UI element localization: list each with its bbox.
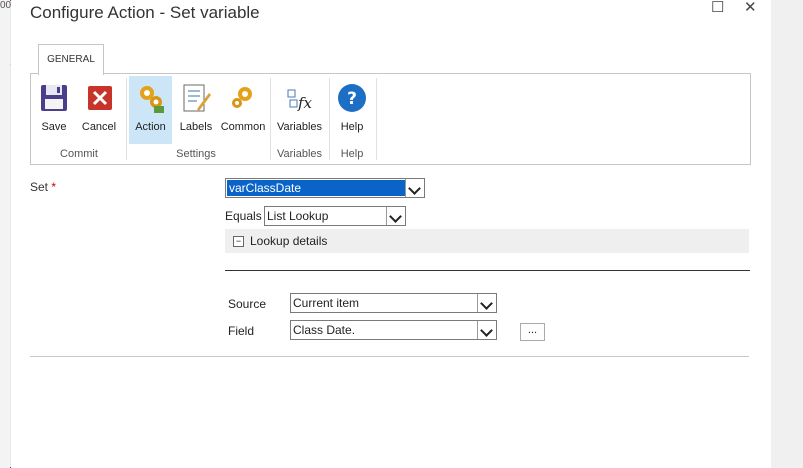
save-button[interactable]: Save	[33, 76, 75, 144]
configure-action-dialog: Configure Action - Set variable ☐ ✕ GENE…	[11, 0, 771, 468]
gears-icon	[139, 86, 164, 113]
common-gear-icon	[232, 87, 252, 108]
background-page-right	[771, 0, 803, 468]
group-separator	[126, 78, 127, 160]
dialog-title: Configure Action - Set variable	[30, 3, 260, 22]
section-divider	[225, 270, 750, 271]
variables-icon: fx	[287, 89, 313, 112]
svg-text:fx: fx	[297, 94, 313, 112]
labels-button[interactable]: Labels	[176, 76, 216, 144]
field-value: Class Date.	[293, 323, 356, 337]
save-icon	[41, 85, 67, 111]
source-value: Current item	[293, 296, 360, 310]
set-variable-select[interactable]: varClassDate	[225, 178, 425, 198]
save-label: Save	[41, 121, 67, 133]
svg-text:?: ?	[347, 89, 357, 109]
set-variable-value: varClassDate	[227, 180, 405, 196]
background-page-glyph: 00	[0, 0, 12, 11]
chevron-down-icon[interactable]	[477, 294, 496, 312]
cancel-label: Cancel	[81, 121, 117, 133]
set-label: Set *	[30, 180, 56, 194]
chevron-down-icon[interactable]	[405, 179, 424, 197]
equals-value: List Lookup	[267, 209, 329, 223]
close-icon[interactable]: ✕	[744, 0, 757, 16]
group-help-label: Help	[340, 148, 364, 160]
variables-button[interactable]: fx Variables	[273, 76, 326, 144]
group-separator	[270, 78, 271, 160]
field-label: Field	[228, 324, 255, 338]
tab-general[interactable]: GENERAL	[38, 44, 104, 75]
group-separator	[329, 78, 330, 160]
group-commit-label: Commit	[60, 148, 98, 160]
ribbon: Save Cancel Action Labels Common fx Vari…	[30, 73, 751, 165]
field-select[interactable]: Class Date.	[290, 320, 497, 340]
equals-label: Equals	[225, 209, 262, 223]
cancel-button[interactable]: Cancel	[77, 76, 121, 144]
action-button[interactable]: Action	[129, 76, 172, 144]
labels-icon	[183, 84, 211, 112]
chevron-down-icon[interactable]	[386, 207, 405, 225]
group-variables-label: Variables	[276, 148, 323, 160]
help-icon: ?	[338, 84, 366, 112]
required-marker: *	[51, 180, 57, 194]
maximize-icon[interactable]: ☐	[711, 0, 724, 16]
set-label-text: Set	[30, 180, 49, 194]
chevron-down-icon[interactable]	[477, 321, 496, 339]
lookup-details-header[interactable]: − Lookup details	[225, 229, 749, 253]
variables-label: Variables	[276, 121, 323, 133]
collapse-icon[interactable]: −	[233, 236, 244, 247]
common-label: Common	[220, 121, 266, 133]
help-label: Help	[340, 121, 364, 133]
equals-select[interactable]: List Lookup	[264, 206, 406, 226]
footer-divider	[30, 356, 749, 357]
background-page-left: 00	[0, 0, 12, 468]
lookup-details-title: Lookup details	[250, 234, 328, 248]
source-label: Source	[228, 297, 267, 311]
help-button[interactable]: ? Help	[332, 76, 372, 144]
action-label: Action	[135, 121, 166, 133]
common-button[interactable]: Common	[218, 76, 268, 144]
field-browse-button[interactable]: ...	[520, 323, 545, 341]
group-settings-label: Settings	[176, 148, 216, 160]
group-separator	[376, 78, 377, 160]
cancel-icon	[88, 86, 112, 110]
source-select[interactable]: Current item	[290, 293, 497, 313]
labels-label: Labels	[179, 121, 213, 133]
